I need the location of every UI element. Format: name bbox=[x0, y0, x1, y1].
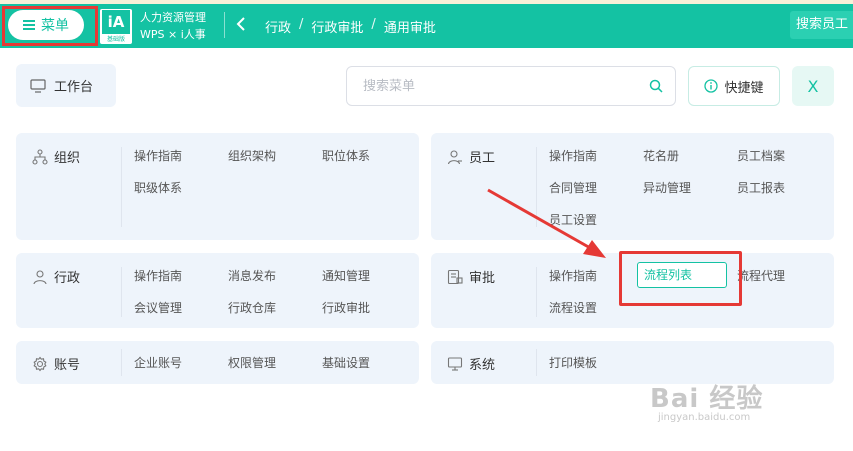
topbar-divider bbox=[224, 12, 225, 38]
menu-item-employee-settings[interactable]: 员工设置 bbox=[549, 211, 597, 228]
section-admin: 行政 操作指南 消息发布 通知管理 会议管理 行政仓库 行政审批 bbox=[16, 253, 419, 328]
app-logo: iA 基础版 bbox=[100, 9, 132, 44]
watermark: Bai 经验 jingyan.baidu.com bbox=[650, 378, 830, 428]
watermark-url: jingyan.baidu.com bbox=[658, 412, 751, 423]
menu-item-guide[interactable]: 操作指南 bbox=[134, 147, 182, 164]
search-icon[interactable] bbox=[649, 79, 663, 93]
section-title: 组织 bbox=[54, 151, 81, 166]
menu-item-roster[interactable]: 花名册 bbox=[643, 147, 679, 164]
menu-item-basic-settings[interactable]: 基础设置 bbox=[322, 354, 370, 371]
section-header: 员工 bbox=[447, 147, 495, 166]
section-title: 员工 bbox=[469, 151, 496, 166]
section-divider bbox=[536, 349, 537, 376]
breadcrumb-separator: / bbox=[299, 17, 304, 32]
breadcrumb-item: 通用审批 bbox=[383, 21, 436, 36]
menu-item-position-system[interactable]: 职位体系 bbox=[322, 147, 370, 164]
info-icon bbox=[704, 79, 719, 93]
section-divider bbox=[121, 267, 122, 317]
menu-item-enterprise-account[interactable]: 企业账号 bbox=[134, 354, 182, 371]
menu-item-flow-settings[interactable]: 流程设置 bbox=[549, 299, 597, 316]
section-org: 组织 操作指南 组织架构 职位体系 职级体系 bbox=[16, 133, 419, 240]
logo-mark: iA bbox=[102, 10, 130, 34]
app-name-line1: 人力资源管理 bbox=[140, 11, 206, 24]
app-name-line2: WPS × i人事 bbox=[140, 28, 206, 41]
person-icon bbox=[33, 269, 47, 284]
section-header: 行政 bbox=[32, 267, 80, 286]
menu-item-admin-approval[interactable]: 行政审批 bbox=[322, 299, 370, 316]
section-header: 账号 bbox=[32, 354, 80, 373]
section-title: 审批 bbox=[469, 271, 496, 286]
gear-icon bbox=[33, 356, 47, 371]
menu-highlight-box bbox=[2, 6, 98, 46]
menu-search-input[interactable] bbox=[363, 67, 643, 105]
section-header: 系统 bbox=[447, 354, 495, 373]
menu-search-box[interactable] bbox=[346, 66, 676, 106]
menu-item-employee-files[interactable]: 员工档案 bbox=[737, 147, 785, 164]
close-button[interactable]: X bbox=[792, 66, 834, 106]
search-employee-button[interactable]: 搜索员工 bbox=[790, 11, 853, 39]
workbench-button[interactable]: 工作台 bbox=[16, 64, 116, 107]
section-divider bbox=[536, 267, 537, 317]
menu-item-guide[interactable]: 操作指南 bbox=[549, 267, 597, 284]
menu-item-change-mgmt[interactable]: 异动管理 bbox=[643, 179, 691, 196]
app-name: 人力资源管理 WPS × i人事 bbox=[140, 9, 206, 43]
section-header: 组织 bbox=[32, 147, 80, 166]
shortcut-label: 快捷键 bbox=[724, 80, 764, 96]
menu-item-admin-warehouse[interactable]: 行政仓库 bbox=[228, 299, 276, 316]
section-divider bbox=[536, 147, 537, 227]
flow-list-highlight-box bbox=[619, 251, 742, 306]
menu-item-guide[interactable]: 操作指南 bbox=[549, 147, 597, 164]
section-account: 账号 企业账号 权限管理 基础设置 bbox=[16, 341, 419, 384]
section-title: 行政 bbox=[54, 271, 81, 286]
section-title: 系统 bbox=[469, 358, 496, 373]
section-title: 账号 bbox=[54, 358, 81, 373]
section-employee: 员工 操作指南 花名册 员工档案 合同管理 异动管理 员工报表 员工设置 bbox=[431, 133, 834, 240]
org-icon bbox=[32, 148, 48, 165]
monitor-icon bbox=[30, 78, 46, 93]
menu-item-permission-mgmt[interactable]: 权限管理 bbox=[228, 354, 276, 371]
menu-item-notice-mgmt[interactable]: 通知管理 bbox=[322, 267, 370, 284]
approval-icon bbox=[447, 269, 463, 284]
menu-item-news-publish[interactable]: 消息发布 bbox=[228, 267, 276, 284]
menu-item-employee-report[interactable]: 员工报表 bbox=[737, 179, 785, 196]
menu-item-contract-mgmt[interactable]: 合同管理 bbox=[549, 179, 597, 196]
logo-edition: 基础版 bbox=[106, 36, 125, 43]
back-icon[interactable] bbox=[236, 17, 246, 31]
section-divider bbox=[121, 147, 122, 227]
person-icon bbox=[447, 149, 462, 164]
menu-item-flow-proxy[interactable]: 流程代理 bbox=[737, 267, 785, 284]
section-header: 审批 bbox=[447, 267, 495, 286]
breadcrumb-separator: / bbox=[371, 17, 376, 32]
breadcrumb-item[interactable]: 行政审批 bbox=[311, 17, 363, 36]
workbench-label: 工作台 bbox=[54, 80, 94, 95]
section-divider bbox=[121, 349, 122, 376]
shortcut-button[interactable]: 快捷键 bbox=[688, 66, 780, 106]
menu-item-meeting-mgmt[interactable]: 会议管理 bbox=[134, 299, 182, 316]
menu-item-org-structure[interactable]: 组织架构 bbox=[228, 147, 276, 164]
menu-item-print-template[interactable]: 打印模板 bbox=[549, 354, 597, 371]
menu-item-guide[interactable]: 操作指南 bbox=[134, 267, 182, 284]
breadcrumb-item[interactable]: 行政 bbox=[265, 17, 291, 36]
watermark-logo: Bai 经验 bbox=[650, 384, 764, 414]
menu-item-rank-system[interactable]: 职级体系 bbox=[134, 179, 182, 196]
breadcrumb: 行政 / 行政审批 / 通用审批 bbox=[265, 17, 436, 36]
top-strip bbox=[0, 0, 853, 4]
monitor-icon bbox=[447, 356, 463, 371]
